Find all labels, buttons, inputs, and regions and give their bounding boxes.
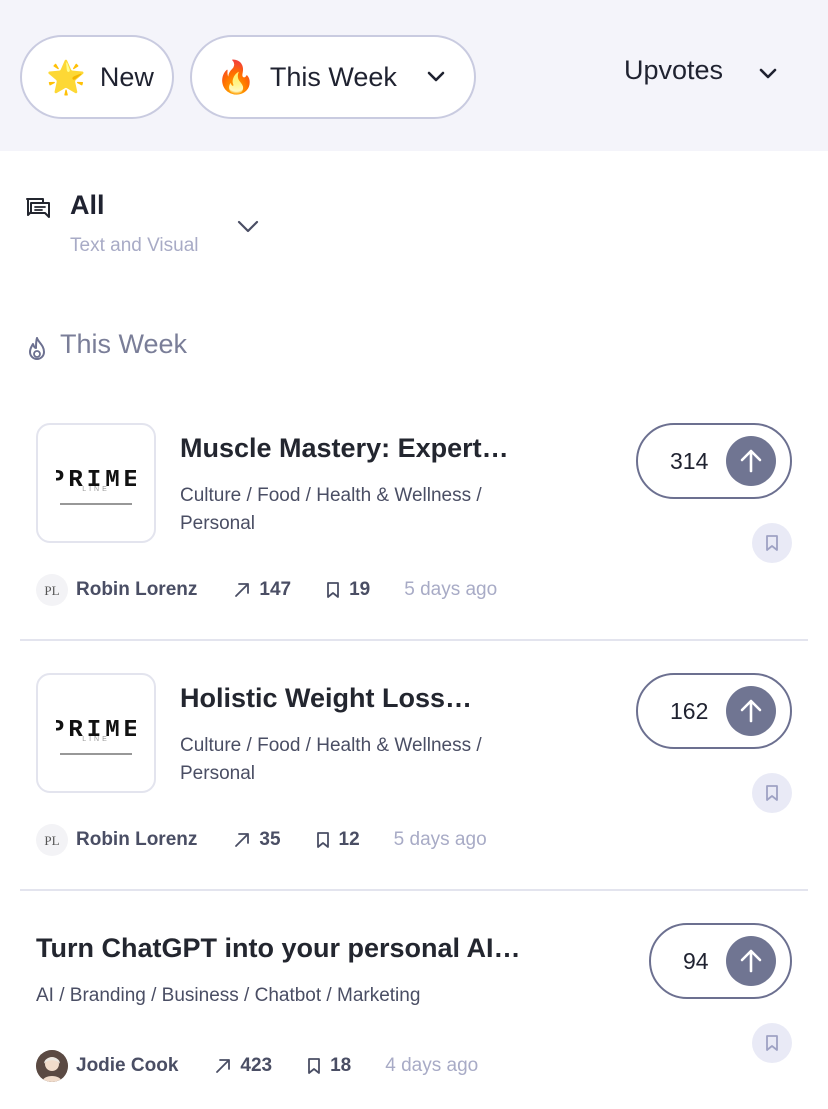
bookmark-icon [766,1035,778,1051]
arrow-up-icon [726,686,776,736]
post-thumbnail: PRIME LINE [36,673,156,793]
bookmark-button[interactable] [752,773,792,813]
arrow-up-right-icon [235,833,250,847]
filter-bar: 🌟 New 🔥 This Week Upvotes [0,0,828,151]
avatar[interactable]: PL [36,574,68,606]
new-filter-label: New [99,61,154,92]
list-item[interactable]: PRIME LINE Muscle Mastery: Expert… Cultu… [20,423,808,641]
post-title[interactable]: Turn ChatGPT into your personal AI… [36,933,521,964]
post-time: 5 days ago [393,829,487,850]
post-meta: Jodie Cook 423 18 4 days ago [36,1049,478,1083]
post-title[interactable]: Muscle Mastery: Expert… [180,433,509,464]
bookmark-icon [316,832,329,848]
post-thumbnail: PRIME LINE [36,423,156,543]
author-name[interactable]: Robin Lorenz [76,829,197,851]
arrow-up-right-icon [216,1059,231,1073]
post-tags: Culture / Food / Health & Wellness / Per… [180,485,482,534]
saves-stat: 18 [306,1055,351,1077]
svg-text:LINE: LINE [82,486,110,493]
author-name[interactable]: Robin Lorenz [76,579,197,601]
list-item[interactable]: Turn ChatGPT into your personal AI… AI /… [20,923,808,1109]
bookmark-icon [766,535,778,551]
bookmark-icon [308,1058,321,1074]
star-icon: 🌟 [46,58,86,96]
arrow-up-right-icon [235,583,250,597]
upvote-count: 314 [670,448,709,474]
upvote-button[interactable]: 94 [649,923,792,999]
fire-icon: 🔥 [216,58,256,96]
shares-stat: 35 [233,829,281,851]
shares-stat: 423 [214,1055,272,1077]
chevron-down-icon [427,71,445,82]
bookmark-button[interactable] [752,1023,792,1063]
period-filter-label: This Week [269,61,397,92]
sort-dropdown-label[interactable]: Upvotes [624,55,723,86]
chevron-down-icon[interactable] [236,218,260,234]
chat-bubbles-icon [26,198,50,218]
svg-text:LINE: LINE [82,736,110,743]
bookmark-icon [766,785,778,801]
post-title[interactable]: Holistic Weight Loss… [180,683,472,714]
category-title[interactable]: All [70,190,105,221]
post-meta: PL Robin Lorenz 35 12 5 days ago [36,823,487,857]
saves-stat: 12 [315,829,360,851]
saves-stat: 19 [325,579,370,601]
chevron-down-icon[interactable] [758,66,778,80]
upvote-button[interactable]: 162 [636,673,792,749]
avatar[interactable]: PL [36,824,68,856]
svg-text:PL: PL [44,833,59,848]
upvote-button[interactable]: 314 [636,423,792,499]
avatar[interactable] [36,1050,68,1082]
period-filter-dropdown[interactable]: 🔥 This Week [190,35,476,119]
post-tags: AI / Branding / Business / Chatbot / Mar… [36,985,421,1006]
bookmark-icon [327,582,339,598]
post-meta: PL Robin Lorenz 147 19 5 days ago [36,573,497,607]
arrow-up-icon [726,936,776,986]
prime-line-logo: PRIME LINE [56,717,136,755]
shares-stat: 147 [233,579,291,601]
upvote-count: 162 [670,698,709,724]
upvote-count: 94 [683,948,709,974]
section-title: This Week [60,329,188,359]
svg-text:PL: PL [44,583,59,598]
author-name[interactable]: Jodie Cook [76,1055,178,1077]
new-filter-button[interactable]: 🌟 New [20,35,174,119]
prime-line-logo: PRIME LINE [56,467,136,505]
arrow-up-icon [726,436,776,486]
post-time: 4 days ago [385,1055,479,1076]
post-time: 5 days ago [404,579,498,600]
category-subtitle: Text and Visual [70,235,199,256]
flame-icon [29,337,45,360]
list-item[interactable]: PRIME LINE Holistic Weight Loss… Culture… [20,673,808,891]
post-tags: Culture / Food / Health & Wellness / Per… [180,735,482,784]
bookmark-button[interactable] [752,523,792,563]
